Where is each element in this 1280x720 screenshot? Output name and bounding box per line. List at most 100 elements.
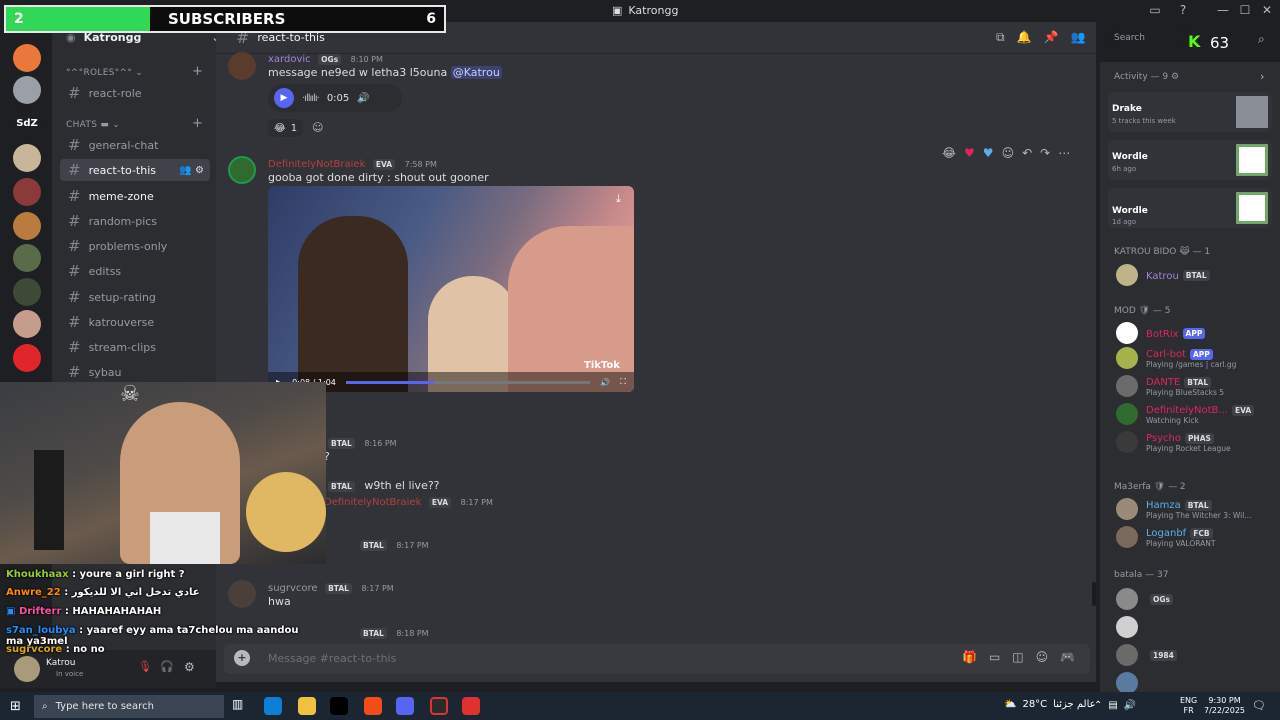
avatar[interactable] [228,52,256,80]
member-item[interactable]: OGs [1116,588,1276,610]
category-chats[interactable]: CHATS ▬ ⌄ [66,120,120,130]
search-icon[interactable]: ⌕ [1258,32,1265,47]
server-icon[interactable] [13,44,41,72]
avatar[interactable] [228,156,256,184]
help-icon[interactable]: ? [1172,3,1194,17]
member-item[interactable]: Hamza BTAL Playing The Witcher 3: Wil... [1116,498,1276,520]
app-icon[interactable] [462,697,480,715]
tiktok-icon[interactable] [330,697,348,715]
invite-settings-icon[interactable]: 👥 ⚙ [179,165,204,176]
message-author[interactable]: DefinitelyNotBraiek [324,497,421,508]
video-embed[interactable]: ⤓ TikTok ▶ 0:08 / 1:04 🔊 ⛶ [268,186,634,392]
channel-meme-zone[interactable]: # meme-zone [60,185,210,207]
members-icon[interactable]: 👥 [1070,30,1085,45]
settings-icon[interactable]: ⚙ [184,660,195,674]
windows-start-icon[interactable]: ⊞ [10,699,21,714]
edge-icon[interactable] [264,697,282,715]
activity-card[interactable]: Wordle 6h ago [1108,140,1272,180]
reaction[interactable]: 😂 1 [268,119,304,137]
server-icon[interactable] [13,278,41,306]
server-icon[interactable] [13,310,41,338]
member-item[interactable]: DANTE BTAL Playing BlueStacks 5 [1116,375,1276,397]
heart-icon[interactable]: ♥ [964,146,975,160]
activity-card[interactable]: Drake 5 tracks this week [1108,92,1272,132]
channel-react-to-this[interactable]: # react-to-this 👥 ⚙ [60,159,210,181]
brave-icon[interactable] [364,697,382,715]
volume-icon[interactable]: 🔊 [1124,700,1136,711]
chevron-right-icon[interactable]: › [1260,70,1264,83]
gif-icon[interactable]: ▭ [989,650,1000,664]
server-icon[interactable] [13,212,41,240]
file-explorer-icon[interactable] [298,697,316,715]
server-icon[interactable] [13,344,41,372]
channel-sybau[interactable]: # sybau [60,361,210,383]
add-channel-icon[interactable]: + [192,116,203,131]
inbox-icon[interactable]: ▭ [1144,3,1166,17]
add-channel-icon[interactable]: + [192,64,203,79]
channel-random-pics[interactable]: # random-pics [60,210,210,232]
play-icon[interactable]: ▶ [274,88,294,108]
channel-katrouverse[interactable]: # katrouverse [60,311,210,333]
message-author[interactable]: xardovic [268,54,311,65]
channel-react-role[interactable]: # react-role [60,82,210,104]
reply-icon[interactable]: ↶ [1022,146,1032,160]
fullscreen-icon[interactable]: ⛶ [620,377,626,387]
server-icon[interactable] [13,178,41,206]
close-button[interactable]: ✕ [1256,3,1278,17]
message-author[interactable]: DefinitelyNotBraiek [268,159,365,170]
forward-icon[interactable]: ↷ [1040,146,1050,160]
discord-icon[interactable] [396,697,414,715]
threads-icon[interactable]: ⧉ [996,30,1005,45]
search-input[interactable]: Search [1110,30,1186,48]
task-view-icon[interactable]: ▥ [232,697,250,715]
member-item[interactable]: Carl-bot APP Playing /games | carl.gg [1116,347,1276,369]
sticker-icon[interactable]: ◫ [1012,650,1023,664]
member-item[interactable]: Katrou BTAL [1116,264,1276,286]
obs-icon[interactable] [430,697,448,715]
member-item[interactable]: Psycho PHAS Playing Rocket League [1116,431,1276,453]
user-mention[interactable]: @Katrou [450,66,502,79]
game-icon[interactable]: 🎮 [1060,650,1075,664]
server-icon[interactable] [13,76,41,104]
member-item[interactable] [1116,616,1276,638]
bell-icon[interactable]: 🔔 [1017,30,1032,45]
channel-stream-clips[interactable]: # stream-clips [60,336,210,358]
blue-heart-icon[interactable]: ♥ [983,146,994,160]
add-reaction-icon[interactable]: ☺ [1002,146,1015,160]
volume-icon[interactable]: 🔊 [600,378,610,387]
server-icon[interactable]: SdZ [13,110,41,138]
maximize-button[interactable]: ☐ [1234,3,1256,17]
category-roles[interactable]: °^°ROLES°^° ⌄ [66,68,143,78]
member-item[interactable]: Loganbf FCB Playing VALORANT [1116,526,1276,548]
chevron-up-icon[interactable]: ⌃ [1094,700,1102,711]
activity-card[interactable]: Wordle 1d ago [1108,188,1272,228]
minimize-button[interactable]: — [1212,3,1234,17]
weather-widget[interactable]: ⛅ 28°C عالم جزئنا [1004,699,1096,710]
add-reaction-icon[interactable]: ☺ [312,121,323,134]
pin-icon[interactable]: 📌 [1044,30,1059,45]
video-progress[interactable] [345,380,591,384]
server-icon[interactable] [13,244,41,272]
language-indicator[interactable]: ENG FR [1180,696,1197,716]
scrollbar[interactable] [1092,582,1096,606]
network-icon[interactable]: ▤ [1108,700,1117,711]
download-icon[interactable]: ⤓ [616,192,621,206]
laugh-emoji-icon[interactable]: 😂 [942,146,956,160]
more-icon[interactable]: ⋯ [1058,146,1070,160]
notification-icon[interactable]: 🗨 [1252,699,1266,712]
server-icon[interactable] [13,144,41,172]
channel-setup-rating[interactable]: # setup-rating [60,286,210,308]
member-item[interactable] [1116,672,1276,694]
channel-problems-only[interactable]: # problems-only [60,235,210,257]
gift-icon[interactable]: 🎁 [962,650,977,664]
activity-header[interactable]: Activity — 9 ⚙ [1114,72,1179,82]
member-item[interactable]: DefinitelyNotB... EVA Watching Kick [1116,403,1276,425]
clock[interactable]: 9:30 PM 7/22/2025 [1204,696,1245,716]
taskbar-search[interactable]: ⌕ Type here to search [34,695,224,718]
volume-icon[interactable]: 🔊 [357,93,369,104]
channel-editss[interactable]: # editss [60,260,210,282]
member-item[interactable]: BotRix APP [1116,322,1276,344]
member-item[interactable]: 1984 [1116,644,1276,666]
channel-general-chat[interactable]: # general-chat [60,134,210,156]
emoji-icon[interactable]: ☺ [1036,650,1049,664]
